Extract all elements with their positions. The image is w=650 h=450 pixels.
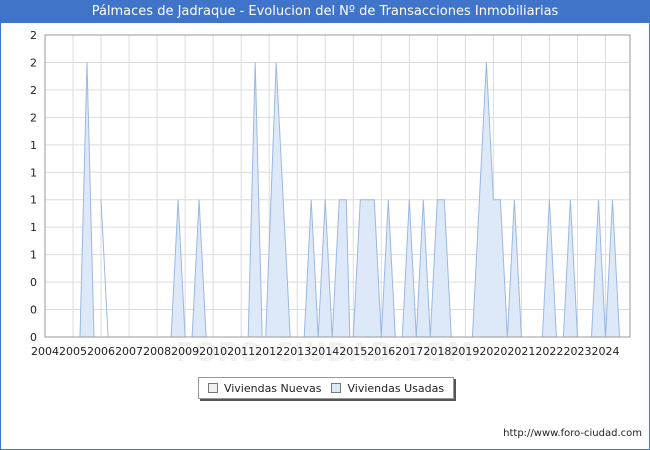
x-tick-label: 2014 (311, 345, 339, 358)
x-tick-label: 2013 (283, 345, 311, 358)
usadas-area-peak (562, 199, 579, 338)
y-axis-ticks: 0 0 0 1 1 1 1 1 2 2 2 2 (30, 29, 37, 344)
y-tick-label: 2 (30, 56, 37, 69)
legend-label-usadas: Viviendas Usadas (347, 381, 445, 395)
y-tick-label: 1 (30, 166, 37, 179)
usadas-area-peak (303, 199, 319, 338)
x-tick-label: 2004 (31, 345, 59, 358)
legend-item-usadas: Viviendas Usadas (331, 382, 444, 395)
x-tick-label: 2024 (591, 345, 619, 358)
usadas-area-peak (590, 199, 607, 338)
usadas-area-peak (541, 199, 557, 338)
x-tick-label: 2022 (535, 345, 563, 358)
footer-url: http://www.foro-ciudad.com (503, 428, 642, 439)
y-tick-label: 2 (30, 111, 37, 124)
legend-item-nuevas: Viviendas Nuevas (207, 381, 322, 395)
y-tick-label: 2 (30, 29, 37, 42)
y-tick-label: 0 (30, 276, 37, 289)
x-tick-label: 2018 (423, 345, 451, 358)
y-tick-label: 0 (30, 304, 37, 317)
usadas-area-peak (401, 199, 417, 338)
usadas-area-peak (191, 199, 207, 338)
x-tick-label: 2010 (199, 345, 227, 358)
x-tick-label: 2009 (171, 345, 199, 358)
legend: Viviendas Nuevas Viviendas Usadas (198, 377, 454, 399)
usadas-area-peak (170, 199, 186, 338)
usadas-area-peak (604, 199, 621, 338)
usadas-area-peak (415, 199, 431, 338)
x-tick-label: 2005 (59, 345, 87, 358)
usadas-area-peak (100, 199, 109, 338)
y-tick-label: 0 (30, 331, 37, 344)
usadas-area-peak (429, 199, 452, 338)
x-tick-label: 2023 (563, 345, 591, 358)
usadas-area-peak (331, 199, 351, 338)
legend-label-nuevas: Viviendas Nuevas (223, 381, 322, 395)
y-tick-label: 1 (30, 194, 37, 207)
usadas-area-peak (317, 199, 333, 338)
x-tick-label: 2020 (479, 345, 507, 358)
usadas-area-peak (352, 199, 382, 338)
x-tick-label: 2016 (367, 345, 395, 358)
x-tick-label: 2012 (255, 345, 283, 358)
x-tick-label: 2019 (451, 345, 479, 358)
x-tick-label: 2008 (143, 345, 171, 358)
x-tick-label: 2015 (339, 345, 367, 358)
x-tick-label: 2011 (227, 345, 255, 358)
x-tick-label: 2007 (115, 345, 143, 358)
y-tick-label: 2 (30, 84, 37, 97)
y-tick-label: 1 (30, 249, 37, 262)
y-tick-label: 1 (30, 139, 37, 152)
legend-swatch-nuevas (207, 383, 218, 393)
usadas-area-peak (506, 199, 522, 338)
x-tick-label: 2021 (507, 345, 535, 358)
usadas-area-peak (380, 199, 396, 338)
x-tick-label: 2017 (395, 345, 423, 358)
y-tick-label: 1 (30, 221, 37, 234)
x-axis-ticks: 2004 2005 2006 2007 2008 2009 2010 2011 2012 2013… (31, 345, 619, 358)
x-tick-label: 2006 (87, 345, 115, 358)
legend-swatch-usadas (331, 383, 342, 393)
